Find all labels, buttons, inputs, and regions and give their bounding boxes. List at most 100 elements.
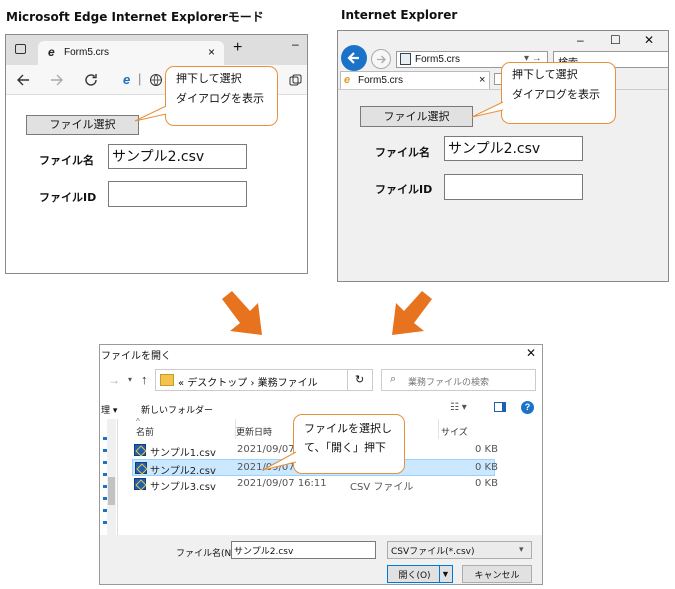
dialog-callout-line1: ファイルを選択し <box>304 422 392 435</box>
refresh-icon[interactable] <box>84 73 98 87</box>
cancel-button-label: キャンセル <box>474 571 520 581</box>
dialog-search-box[interactable]: ⌕ 業務ファイルの検索 <box>381 369 536 391</box>
file-type-select[interactable]: CSVファイル(*.csv) ▾ <box>387 541 532 559</box>
ie-callout: 押下して選択 ダイアログを表示 <box>501 62 616 124</box>
globe-icon <box>150 74 162 86</box>
file-size: 0 KB <box>475 462 498 473</box>
ie-close-icon[interactable]: ✕ <box>644 33 654 47</box>
ie-back-button[interactable] <box>341 45 367 71</box>
filename-label: ファイル名 <box>39 154 94 167</box>
dialog-refresh-button[interactable]: ↻ <box>347 369 373 391</box>
view-options-icon[interactable]: ☷ ▾ <box>450 402 467 413</box>
ie-mode-icon[interactable]: e <box>123 72 130 87</box>
col-date[interactable]: 更新日時 <box>236 425 272 438</box>
file-name: サンプル2.csv <box>150 466 216 477</box>
ie-callout-line2: ダイアログを表示 <box>512 88 600 101</box>
dialog-search-icon: ⌕ <box>390 373 397 385</box>
callout-line2: ダイアログを表示 <box>176 92 264 105</box>
edge-heading: Microsoft Edge Internet Explorerモード <box>6 10 264 24</box>
fileid-field[interactable] <box>108 181 247 207</box>
file-size: 0 KB <box>475 478 498 489</box>
page-icon <box>400 53 411 65</box>
new-tab-icon[interactable]: + <box>233 39 242 57</box>
minimize-icon[interactable]: – <box>292 37 299 51</box>
ie-fileid-field[interactable] <box>444 174 583 200</box>
dialog-filename-label: ファイル名(N): <box>176 549 238 559</box>
cancel-button[interactable]: キャンセル <box>462 565 532 583</box>
dialog-filename-value: サンプル2.csv <box>234 547 294 557</box>
ie-minimize-icon[interactable]: – <box>577 33 584 47</box>
dialog-breadcrumb[interactable]: « デスクトップ › 業務ファイル ▾ <box>155 369 373 391</box>
ie-address-text: Form5.crs <box>415 54 460 65</box>
dialog-search-placeholder: 業務ファイルの検索 <box>408 378 490 388</box>
open-button[interactable]: 開く(O) <box>387 565 440 583</box>
callout-line1: 押下して選択 <box>176 72 242 85</box>
dialog-refresh-icon: ↻ <box>355 374 365 386</box>
ie-heading: Internet Explorer <box>341 8 458 22</box>
ie-callout-pointer <box>471 101 504 118</box>
dialog-callout: ファイルを選択し て、「開く」押下 <box>293 414 405 474</box>
ie-mode-tab-icon: e <box>48 45 55 59</box>
file-row-3[interactable]: サンプル3.csv 2021/09/07 16:11 CSV ファイル 0 KB <box>100 476 500 493</box>
col-name[interactable]: 名前 <box>136 425 154 438</box>
file-type-value: CSVファイル(*.csv) <box>391 547 475 557</box>
back-arrow-icon[interactable] <box>16 73 30 87</box>
fileid-label: ファイルID <box>39 191 97 204</box>
file-size: 0 KB <box>475 444 498 455</box>
folder-icon <box>160 374 174 386</box>
edge-callout-pointer <box>134 105 167 122</box>
ie-back-icon <box>347 52 359 64</box>
dialog-callout-pointer <box>262 451 297 471</box>
edge-tab-title: Form5.crs <box>64 47 109 58</box>
down-right-arrow-icon <box>222 291 262 335</box>
ie-tab[interactable]: e Form5.crs × <box>340 71 490 89</box>
file-select-button[interactable]: ファイル選択 <box>26 115 139 135</box>
ie-fileid-label: ファイルID <box>375 183 433 196</box>
open-dropdown-button[interactable]: ▼ <box>440 565 453 583</box>
down-left-arrow-icon <box>392 291 432 335</box>
col-size[interactable]: サイズ <box>441 425 468 438</box>
dialog-back-icon[interactable]: → <box>108 373 120 387</box>
new-folder-button[interactable]: 新しいフォルダー <box>141 403 213 416</box>
ie-tab-title: Form5.crs <box>358 75 403 86</box>
ie-filename-label: ファイル名 <box>375 146 430 159</box>
ie-callout-line1: 押下して選択 <box>512 68 578 81</box>
filename-field[interactable]: サンプル2.csv <box>108 144 247 169</box>
file-name: サンプル1.csv <box>150 448 216 459</box>
csv-file-icon <box>134 478 146 490</box>
dialog-callout-line2: て、「開く」押下 <box>304 441 386 454</box>
ie-tab-close-icon[interactable]: × <box>479 74 485 86</box>
file-date: 2021/09/07 16:11 <box>237 478 327 489</box>
open-dropdown-icon: ▼ <box>441 569 450 579</box>
collections-icon[interactable] <box>289 74 302 87</box>
help-icon[interactable]: ? <box>521 401 534 414</box>
file-name: サンプル3.csv <box>150 482 216 493</box>
ie-forward-icon <box>377 55 386 64</box>
ie-filename-field[interactable]: サンプル2.csv <box>444 136 583 161</box>
open-button-label: 開く(O) <box>398 571 431 581</box>
dialog-title: ファイルを開く <box>101 351 171 362</box>
preview-pane-icon[interactable] <box>494 402 506 412</box>
dialog-close-icon[interactable]: ✕ <box>526 346 536 360</box>
ie-tab-icon: e <box>344 74 351 86</box>
dialog-recent-icon[interactable]: ▾ <box>128 375 132 384</box>
col-divider <box>438 419 439 439</box>
tab-actions-icon[interactable] <box>15 44 26 54</box>
ie-maximize-icon[interactable]: ☐ <box>610 33 621 47</box>
dialog-filename-input[interactable]: サンプル2.csv <box>231 541 376 559</box>
breadcrumb-path: « デスクトップ › 業務ファイル <box>178 378 318 389</box>
organize-menu[interactable]: 理 ▾ <box>101 403 117 416</box>
ie-forward-button[interactable] <box>371 49 391 69</box>
edge-tab[interactable]: e Form5.crs × <box>38 41 224 65</box>
address-divider: | <box>138 71 142 86</box>
close-tab-icon[interactable]: × <box>208 45 215 59</box>
csv-file-icon <box>135 462 147 474</box>
file-type-dropdown-icon: ▾ <box>519 544 524 554</box>
ie-file-select-button[interactable]: ファイル選択 <box>360 106 473 127</box>
forward-arrow-icon[interactable] <box>50 73 64 87</box>
file-type: CSV ファイル <box>350 482 414 493</box>
edge-callout: 押下して選択 ダイアログを表示 <box>165 66 278 126</box>
csv-file-icon <box>134 444 146 456</box>
col-divider <box>235 419 236 439</box>
dialog-up-icon[interactable]: ↑ <box>141 372 148 387</box>
